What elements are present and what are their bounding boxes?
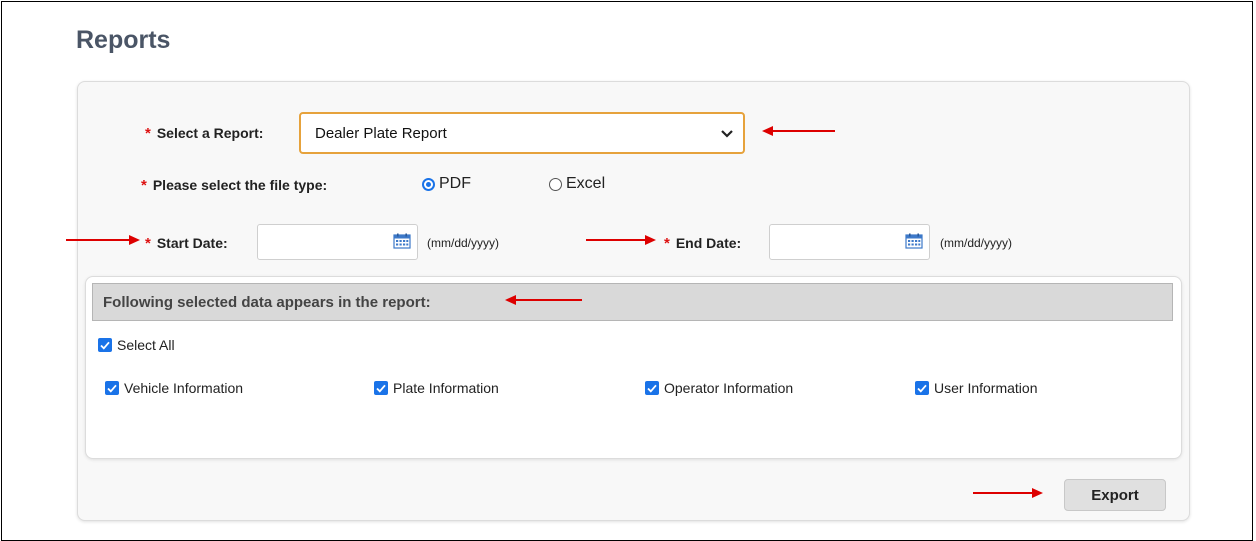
required-mark: * [145,125,151,142]
page-title: Reports [76,26,171,54]
red-arrow-icon [762,126,835,136]
report-select[interactable]: Dealer Plate Report [299,112,745,154]
report-label: * Select a Report: [145,125,264,142]
red-arrow-icon [66,235,140,245]
radio-pdf[interactable]: PDF [422,175,471,193]
checkbox-vehicle-information[interactable]: Vehicle Information [105,380,243,396]
start-date-format: (mm/dd/yyyy) [427,236,499,250]
radio-selected-icon [422,177,435,191]
required-mark: * [664,235,670,252]
start-date-label: * Start Date: [145,235,228,252]
calendar-icon[interactable] [905,233,923,249]
chevron-down-icon [721,126,733,141]
required-mark: * [141,177,147,194]
export-button[interactable]: Export [1064,479,1166,511]
radio-excel[interactable]: Excel [549,175,605,193]
checkbox-user-information[interactable]: User Information [915,380,1037,396]
checkbox-operator-information[interactable]: Operator Information [645,380,793,396]
checkbox-checked-icon [98,338,112,352]
checkbox-checked-icon [915,381,929,395]
checkbox-checked-icon [105,381,119,395]
checkbox-select-all[interactable]: Select All [98,337,175,353]
checkbox-checked-icon [374,381,388,395]
red-arrow-icon [973,488,1043,498]
checkbox-checked-icon [645,381,659,395]
red-arrow-icon [586,235,656,245]
calendar-icon[interactable] [393,233,411,249]
end-date-format: (mm/dd/yyyy) [940,236,1012,250]
required-mark: * [145,235,151,252]
filetype-label: * Please select the file type: [141,177,328,194]
checkbox-plate-information[interactable]: Plate Information [374,380,499,396]
end-date-label: * End Date: [664,235,742,252]
red-arrow-icon [505,295,582,305]
radio-unselected-icon [549,177,562,191]
section-header: Following selected data appears in the r… [92,283,1173,321]
report-select-value: Dealer Plate Report [315,124,447,142]
